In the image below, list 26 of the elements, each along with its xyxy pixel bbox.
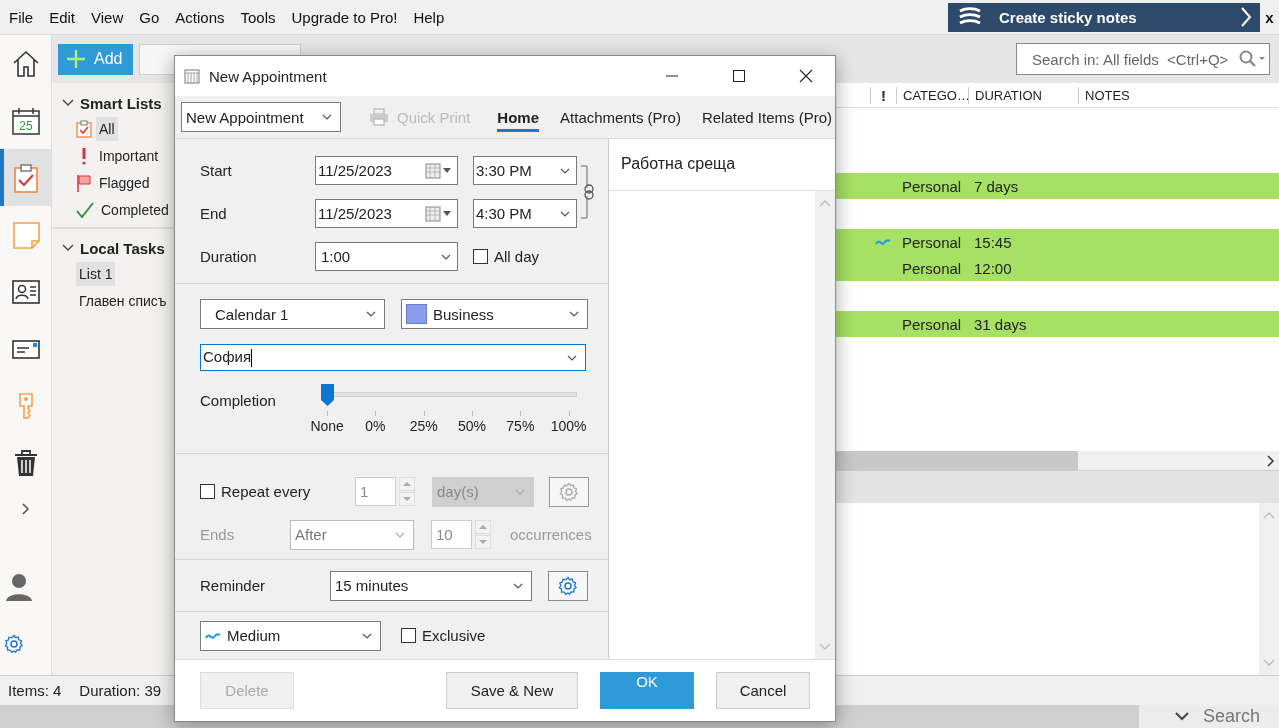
- status-text: Items: 4: [8, 682, 62, 699]
- promo-text: Create sticky notes: [999, 8, 1138, 26]
- tick-label: 50%: [457, 418, 488, 434]
- field-label: Completion: [200, 391, 277, 411]
- calendar-day: 25: [18, 118, 33, 133]
- field-label: Ends: [200, 526, 236, 543]
- table-cell-text: Personal: [901, 233, 963, 251]
- table-cell-text: Personal: [901, 315, 963, 333]
- field-label: End: [200, 205, 228, 222]
- tick-label: 100%: [549, 418, 588, 434]
- tick-label: 75%: [505, 418, 536, 434]
- field-label: occurrences: [510, 526, 592, 543]
- status-text: Duration: 39: [79, 682, 162, 699]
- tick-label: None: [309, 418, 345, 434]
- field-label: Start: [200, 162, 233, 179]
- table-cell-text: Personal: [901, 259, 963, 277]
- field-label: Duration: [200, 248, 258, 265]
- table-cell-text: 7 days: [973, 177, 1020, 195]
- table-cell-text: 15:45: [973, 233, 1013, 251]
- table-cell-text: 12:00: [973, 259, 1013, 277]
- tick-label: 0%: [364, 418, 387, 434]
- table-cell-text: 31 days: [973, 315, 1028, 333]
- table-cell-text: Personal: [901, 177, 963, 195]
- window-title: New Appointment: [209, 67, 328, 85]
- field-label: Reminder: [200, 577, 267, 594]
- tick-label: 25%: [408, 418, 439, 434]
